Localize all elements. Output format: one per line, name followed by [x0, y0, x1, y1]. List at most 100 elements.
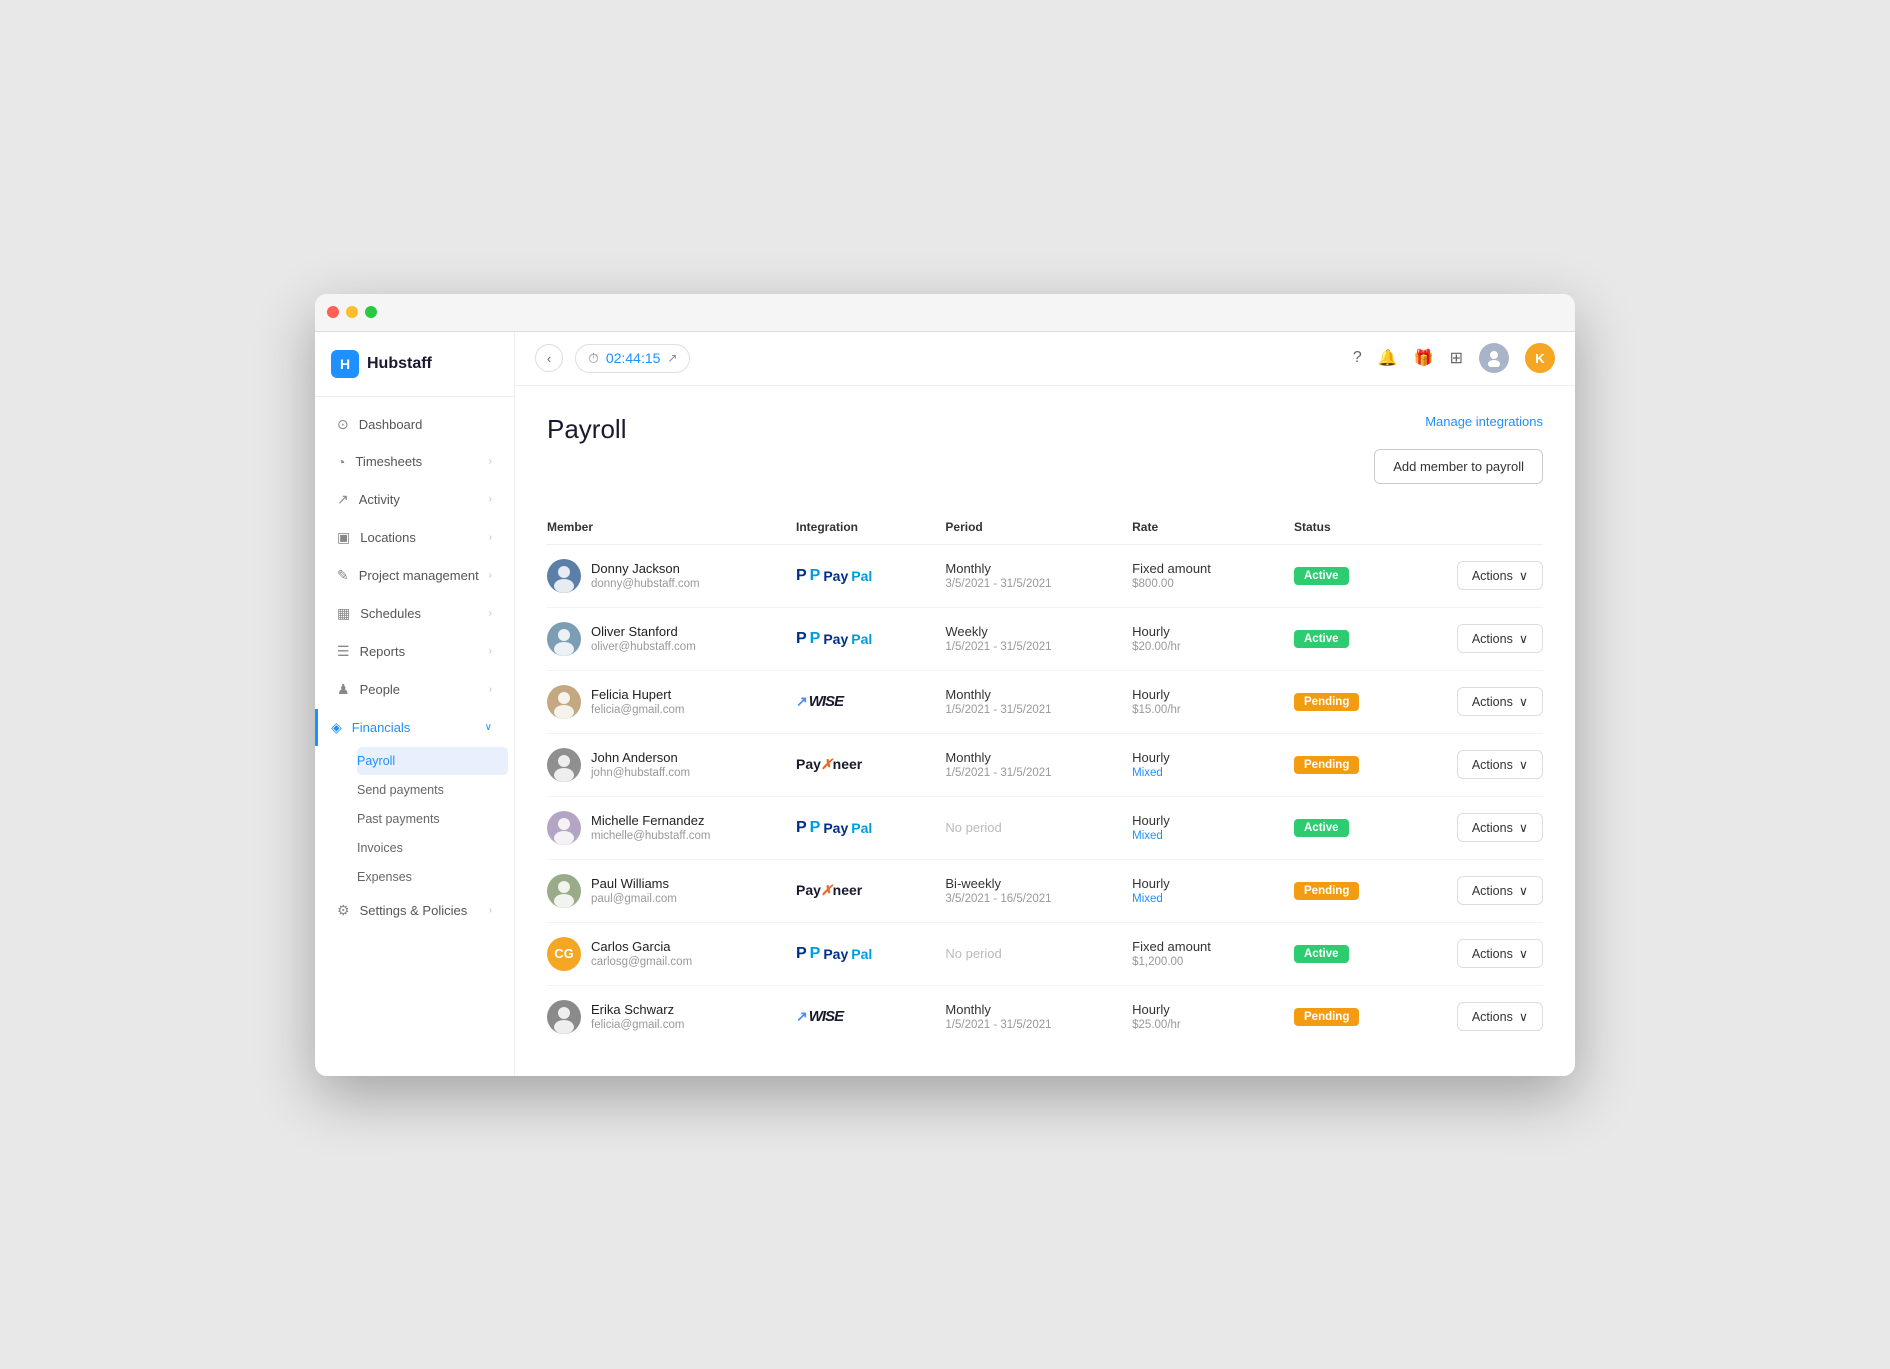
sidebar-label-dashboard: Dashboard [359, 417, 423, 432]
col-member: Member [547, 520, 796, 534]
status-badge: Active [1294, 945, 1349, 963]
period-cell: Monthly1/5/2021 - 31/5/2021 [945, 750, 1132, 779]
avatar [547, 874, 581, 908]
chevron-down-icon: ∨ [1519, 568, 1528, 583]
wise-logo: ↗WISE [796, 693, 945, 710]
sidebar-label-financials: Financials [352, 720, 411, 735]
sidebar-item-timesheets[interactable]: ◔ Timesheets › [321, 444, 508, 480]
status-badge: Pending [1294, 693, 1359, 711]
col-actions [1419, 520, 1544, 534]
sidebar-item-project-management[interactable]: ✎ Project management › [321, 557, 508, 594]
logo-icon: H [331, 350, 359, 378]
status-cell: Pending [1294, 692, 1419, 711]
chevron-down-icon: ∨ [1519, 820, 1528, 835]
sidebar-item-reports[interactable]: ☰ Reports › [321, 633, 508, 670]
sidebar-item-settings[interactable]: ⚙ Settings & Policies › [321, 892, 508, 929]
sidebar-nav: ⊙ Dashboard ◔ Timesheets › ↗ Activity [315, 397, 514, 1076]
period-cell: No period [945, 820, 1132, 835]
sidebar-item-activity[interactable]: ↗ Activity › [321, 481, 508, 518]
sidebar-item-send-payments[interactable]: Send payments [357, 776, 508, 804]
chevron-down-icon: ∨ [1519, 946, 1528, 961]
member-info: John Andersonjohn@hubstaff.com [591, 750, 690, 779]
member-cell: CGCarlos Garciacarlosg@gmail.com [547, 937, 796, 971]
sidebar-label-timesheets: Timesheets [355, 454, 422, 469]
question-icon[interactable]: ? [1353, 349, 1362, 367]
member-info: Oliver Stanfordoliver@hubstaff.com [591, 624, 696, 653]
table-row: Donny Jacksondonny@hubstaff.com PP PayPa… [547, 545, 1543, 608]
member-cell: Michelle Fernandezmichelle@hubstaff.com [547, 811, 796, 845]
avatar [547, 622, 581, 656]
timesheets-icon: ◔ [337, 454, 345, 470]
actions-cell: Actions ∨ [1419, 624, 1544, 653]
actions-button[interactable]: Actions ∨ [1457, 876, 1543, 905]
status-badge: Pending [1294, 756, 1359, 774]
period-cell: No period [945, 946, 1132, 961]
rate-cell: Hourly$20.00/hr [1132, 624, 1294, 653]
actions-button[interactable]: Actions ∨ [1457, 687, 1543, 716]
app-window: H Hubstaff ⊙ Dashboard ◔ Timesheets › [315, 294, 1575, 1076]
actions-button[interactable]: Actions ∨ [1457, 624, 1543, 653]
payoneer-logo: Pay✗neer [796, 756, 862, 772]
page-content: Payroll Manage integrations Add member t… [515, 386, 1575, 1076]
actions-cell: Actions ∨ [1419, 687, 1544, 716]
back-button[interactable]: ‹ [535, 344, 563, 372]
table-body: Donny Jacksondonny@hubstaff.com PP PayPa… [547, 545, 1543, 1048]
chevron-down-icon: ∨ [1519, 1009, 1528, 1024]
close-button[interactable] [327, 306, 339, 318]
rate-cell: Hourly$25.00/hr [1132, 1002, 1294, 1031]
manage-integrations-link[interactable]: Manage integrations [1425, 414, 1543, 429]
avatar [547, 559, 581, 593]
sidebar-item-financials[interactable]: ◈ Financials ∨ [315, 709, 508, 746]
gift-icon[interactable]: 🎁 [1414, 348, 1434, 368]
add-member-button[interactable]: Add member to payroll [1374, 449, 1543, 484]
member-info: Michelle Fernandezmichelle@hubstaff.com [591, 813, 711, 842]
status-cell: Pending [1294, 881, 1419, 900]
integration-cell: ↗WISE [796, 693, 945, 710]
user-avatar[interactable] [1479, 343, 1509, 373]
status-cell: Active [1294, 566, 1419, 585]
main-content: ‹ ⏱ 02:44:15 ↗ ? 🔔 🎁 ⊞ K [515, 332, 1575, 1076]
schedules-icon: ▦ [337, 605, 350, 622]
sidebar-item-expenses[interactable]: Expenses [357, 863, 508, 891]
sidebar-item-dashboard[interactable]: ⊙ Dashboard [321, 406, 508, 443]
actions-cell: Actions ∨ [1419, 813, 1544, 842]
timer-icon: ⏱ [588, 350, 599, 367]
integration-cell: PP PayPal [796, 945, 945, 963]
sidebar-item-schedules[interactable]: ▦ Schedules › [321, 595, 508, 632]
avatar [547, 1000, 581, 1034]
table-row: John Andersonjohn@hubstaff.com Pay✗neer … [547, 734, 1543, 797]
actions-button[interactable]: Actions ∨ [1457, 939, 1543, 968]
sidebar-item-locations[interactable]: ▣ Locations › [321, 519, 508, 556]
member-info: Carlos Garciacarlosg@gmail.com [591, 939, 692, 968]
maximize-button[interactable] [365, 306, 377, 318]
org-avatar[interactable]: K [1525, 343, 1555, 373]
sidebar-item-people[interactable]: ♟ People › [321, 671, 508, 708]
status-badge: Active [1294, 567, 1349, 585]
actions-button[interactable]: Actions ∨ [1457, 813, 1543, 842]
paypal-logo: PP PayPal [796, 819, 945, 837]
title-bar [315, 294, 1575, 332]
sidebar-item-past-payments[interactable]: Past payments [357, 805, 508, 833]
reports-icon: ☰ [337, 643, 350, 660]
rate-cell: HourlyMixed [1132, 750, 1294, 779]
member-info: Paul Williamspaul@gmail.com [591, 876, 677, 905]
paypal-logo: PP PayPal [796, 945, 945, 963]
minimize-button[interactable] [346, 306, 358, 318]
avatar [547, 811, 581, 845]
chevron-icon: › [489, 905, 492, 916]
paypal-logo: PP PayPal [796, 567, 945, 585]
actions-button[interactable]: Actions ∨ [1457, 1002, 1543, 1031]
actions-button[interactable]: Actions ∨ [1457, 750, 1543, 779]
timer-widget[interactable]: ⏱ 02:44:15 ↗ [575, 344, 690, 373]
grid-icon[interactable]: ⊞ [1450, 348, 1463, 368]
sidebar-label-people: People [360, 682, 400, 697]
sidebar-item-invoices[interactable]: Invoices [357, 834, 508, 862]
status-badge: Active [1294, 819, 1349, 837]
actions-cell: Actions ∨ [1419, 750, 1544, 779]
actions-button[interactable]: Actions ∨ [1457, 561, 1543, 590]
sidebar-item-payroll[interactable]: Payroll [357, 747, 508, 775]
financials-submenu: Payroll Send payments Past payments Invo… [315, 747, 514, 891]
rate-cell: HourlyMixed [1132, 876, 1294, 905]
integration-cell: PP PayPal [796, 567, 945, 585]
bell-icon[interactable]: 🔔 [1378, 348, 1398, 368]
